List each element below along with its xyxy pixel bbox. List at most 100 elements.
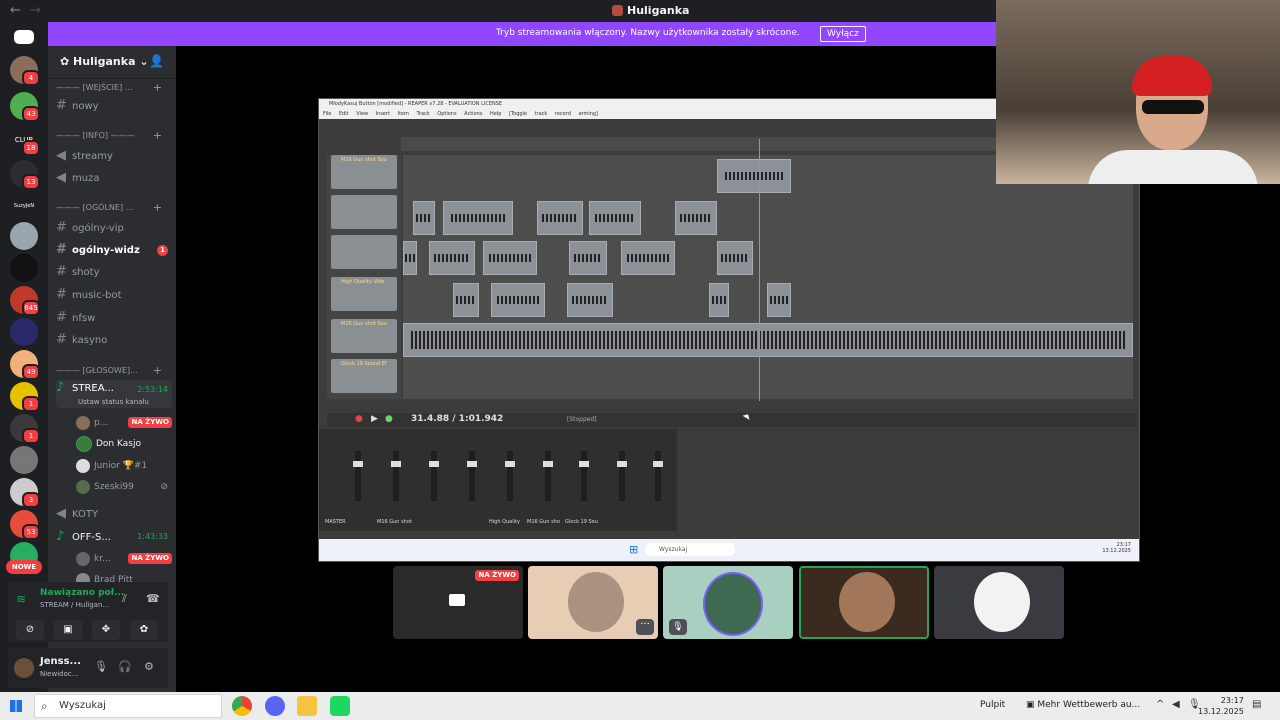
taskbar-clock[interactable]: 23:17 13.12.2025: [1198, 695, 1244, 717]
channel-label: ogólny-vip: [72, 223, 124, 234]
participant-tile[interactable]: 🎙: [663, 566, 793, 639]
unread-badge: 645: [22, 300, 40, 316]
file-explorer-icon[interactable]: [297, 696, 317, 716]
participant-tile-stream[interactable]: NA ŻYWO: [393, 566, 523, 639]
windows-start-icon[interactable]: [10, 700, 22, 712]
desktop-toolbar[interactable]: Pulpit: [980, 700, 1005, 710]
chrome-icon[interactable]: [232, 696, 252, 716]
forward-arrow-icon[interactable]: →: [30, 3, 41, 18]
avatar[interactable]: [14, 658, 34, 678]
discord-home-icon[interactable]: [14, 30, 34, 44]
track-fader[interactable]: [429, 451, 439, 501]
server-icon[interactable]: 4: [10, 56, 40, 86]
voice-member[interactable]: Szeski99 ⊘: [76, 477, 172, 497]
channel-streamy[interactable]: ◀ streamy: [56, 146, 172, 166]
unread-badge: 3: [22, 492, 40, 508]
server-icon[interactable]: 13: [10, 160, 40, 190]
voice-member[interactable]: Don Kasjo: [76, 434, 172, 454]
notifications-icon[interactable]: ▤: [1252, 699, 1261, 710]
add-channel-icon[interactable]: +: [153, 126, 162, 146]
server-icon[interactable]: 3: [10, 478, 40, 508]
server-icon[interactable]: 43: [10, 92, 40, 122]
voice-member[interactable]: Junior 🏆#1: [76, 456, 172, 476]
track-fader[interactable]: [653, 451, 663, 501]
voice-channel-path[interactable]: STREAM / Huligan...: [40, 601, 109, 609]
track-fader[interactable]: [543, 451, 553, 501]
channel-nfsw[interactable]: # nfsw: [56, 308, 172, 328]
back-arrow-icon[interactable]: ←: [10, 3, 21, 18]
news-widget[interactable]: ▣ Mehr Wettbewerb au...: [1026, 700, 1140, 710]
loop-icon[interactable]: ●: [385, 414, 393, 424]
track-fader[interactable]: [579, 451, 589, 501]
record-icon[interactable]: ●: [355, 414, 363, 424]
taskbar-search[interactable]: ⌕ Wyszukaj: [34, 694, 222, 718]
gear-icon[interactable]: ⚙: [144, 660, 154, 673]
server-icon[interactable]: [10, 446, 38, 474]
server-icon[interactable]: SuzyJeN: [10, 192, 38, 220]
screen-share-button[interactable]: ▣: [54, 620, 82, 640]
server-icon[interactable]: [10, 222, 38, 250]
track-fader[interactable]: [391, 451, 401, 501]
category-ogolne[interactable]: ——— [OGÓLNE] ... +: [56, 198, 172, 218]
server-icon[interactable]: [10, 318, 38, 346]
server-icon[interactable]: 1: [10, 382, 40, 412]
play-icon[interactable]: ▶: [371, 414, 378, 424]
channel-kasyno[interactable]: # kasyno: [56, 330, 172, 350]
add-channel-icon[interactable]: +: [153, 198, 162, 218]
signal-icon: ≋: [16, 592, 27, 606]
participant-tile[interactable]: ···: [528, 566, 658, 639]
server-icon[interactable]: 53: [10, 510, 40, 540]
voice-member[interactable]: p... NA ŻYWO: [76, 413, 172, 433]
channel-ogolny-vip[interactable]: # ogólny-vip: [56, 218, 172, 238]
username[interactable]: Jenss...: [40, 656, 81, 667]
track-fader[interactable]: [467, 451, 477, 501]
server-icon[interactable]: 1: [10, 414, 40, 444]
microphone-icon[interactable]: 🎙: [94, 660, 108, 673]
server-icon[interactable]: CLUB18: [10, 126, 40, 156]
live-badge: NA ŻYWO: [128, 553, 172, 564]
soundboard-button[interactable]: ✿: [130, 620, 158, 640]
more-options-icon[interactable]: ···: [636, 619, 654, 635]
discord-icon[interactable]: [265, 696, 285, 716]
server-header[interactable]: ✿ Huliganka ⌄ 👤: [48, 46, 176, 79]
voice-timer: 1:43:33: [137, 532, 168, 541]
master-label: MASTER: [325, 519, 346, 525]
voice-connected-text[interactable]: Nawiązano poł...: [40, 588, 124, 598]
master-fader[interactable]: [353, 451, 363, 501]
server-icon[interactable]: 49: [10, 350, 40, 380]
track-fader[interactable]: [505, 451, 515, 501]
voice-member[interactable]: kr... NA ŻYWO: [76, 549, 172, 569]
channel-shoty[interactable]: # shoty: [56, 262, 172, 282]
disable-streamer-mode-button[interactable]: Wyłącz: [820, 26, 866, 42]
voice-channel-off[interactable]: ♪ OFF-S... 1:43:33: [56, 527, 172, 547]
new-servers-pill[interactable]: NOWE: [6, 560, 42, 574]
channel-ogolny-widz[interactable]: # ogólny-widz 1: [56, 240, 172, 260]
voice-channel-stream[interactable]: ♪ STREA... 2:53:14 Ustaw status kanału: [56, 380, 172, 408]
headphones-icon[interactable]: 🎧: [118, 660, 132, 673]
speaker-icon[interactable]: ◀: [1172, 699, 1180, 710]
channel-muza[interactable]: ◀ muza: [56, 168, 172, 188]
channel-nowy[interactable]: # nowy: [56, 96, 172, 116]
disconnect-icon[interactable]: ☎: [146, 592, 160, 605]
server-icon[interactable]: [10, 254, 38, 282]
activities-button[interactable]: ✥: [92, 620, 120, 640]
invite-people-icon[interactable]: 👤: [149, 54, 164, 68]
user-status: Niewidoc...: [40, 670, 79, 678]
participant-tile[interactable]: [934, 566, 1064, 639]
channel-music-bot[interactable]: # music-bot: [56, 285, 172, 305]
participant-tile-speaking[interactable]: [799, 566, 929, 639]
app-icon[interactable]: [330, 696, 350, 716]
category-glosowe[interactable]: ——— [GŁOSOWE]... +: [56, 361, 172, 381]
webcam-figure: [1132, 56, 1212, 96]
category-wejscie[interactable]: ——— [WEJŚCIE] ... +: [56, 78, 172, 98]
category-info[interactable]: ——— [INFO] ——— +: [56, 126, 172, 146]
chevron-up-icon[interactable]: ^: [1156, 699, 1164, 710]
server-icon[interactable]: 645: [10, 286, 40, 316]
voice-channel-koty[interactable]: ◀ KOTY: [56, 504, 172, 524]
add-channel-icon[interactable]: +: [153, 78, 162, 98]
camera-off-button[interactable]: ⊘: [16, 620, 44, 640]
track-fader[interactable]: [617, 451, 627, 501]
channel-status[interactable]: Ustaw status kanału: [78, 394, 149, 410]
noise-suppression-icon[interactable]: ⫽: [122, 592, 127, 606]
add-channel-icon[interactable]: +: [153, 361, 162, 381]
